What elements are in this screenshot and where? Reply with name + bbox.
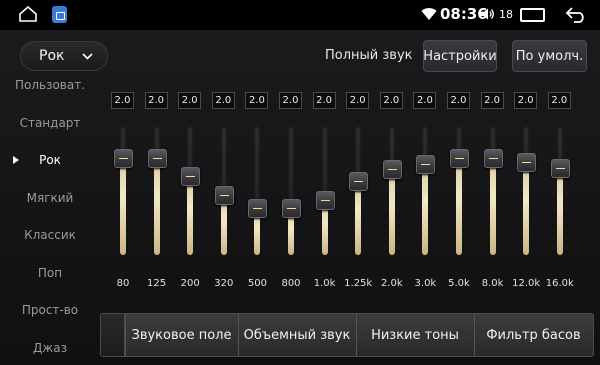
volume-level: 18: [499, 8, 513, 21]
tabs-grip: [101, 314, 125, 356]
band-value: 2.0: [480, 92, 504, 109]
slider-knob[interactable]: [214, 186, 234, 206]
preset-item[interactable]: Поп: [0, 262, 100, 284]
preset-item-label: Классик: [24, 228, 76, 242]
preset-item-label: Пользоват.: [14, 78, 86, 92]
sound-tab[interactable]: Низкие тоны: [356, 314, 473, 356]
preset-item-label: Прост-во: [21, 303, 79, 317]
eq-band: 2.0 5.0k: [444, 92, 474, 322]
band-value: 2.0: [547, 92, 571, 109]
slider-fill: [556, 168, 563, 255]
eq-band: 2.0 320: [209, 92, 239, 322]
eq-band: 2.0 3.0k: [410, 92, 440, 322]
slider-fill: [388, 169, 395, 255]
preset-item[interactable]: Прост-во: [0, 299, 100, 321]
chevron-down-icon: [82, 53, 93, 60]
preset-item-label: Мягкий: [26, 190, 74, 205]
speaker-icon: [481, 8, 494, 20]
preset-item[interactable]: Рок: [0, 149, 100, 171]
slider-knob[interactable]: [483, 148, 503, 168]
eq-band: 2.0 1.25k: [343, 92, 373, 322]
band-value: 2.0: [379, 92, 403, 109]
band-value: 2.0: [279, 92, 302, 109]
app-notification-icon[interactable]: [52, 6, 67, 23]
sound-tab[interactable]: Объемный звук: [238, 314, 355, 356]
band-value: 2.0: [413, 92, 437, 109]
slider-knob[interactable]: [517, 152, 537, 172]
slider-knob[interactable]: [349, 171, 369, 191]
eq-band: 2.0 80: [108, 92, 138, 322]
full-sound-label: Полный звук: [325, 48, 413, 63]
slider-knob[interactable]: [114, 148, 133, 168]
slider-knob[interactable]: [147, 148, 167, 168]
slider-fill: [523, 162, 530, 255]
band-value: 2.0: [514, 92, 538, 109]
slider-fill: [120, 158, 126, 255]
band-frequency-label: 16.0k: [545, 278, 574, 289]
sound-tab[interactable]: Фильтр басов: [474, 314, 592, 356]
preset-item[interactable]: Джаз: [0, 337, 100, 359]
slider-knob[interactable]: [450, 148, 469, 168]
band-value: 2.0: [211, 92, 235, 109]
preset-item[interactable]: Классик: [0, 224, 100, 246]
eq-band: 2.0 125: [142, 92, 172, 322]
equalizer-bands: 2.0 80 2.0 125 2.0 200 2.0 320 2.0 500 2.0 800 2.0 1.…: [108, 92, 594, 322]
band-value: 2.0: [312, 92, 336, 109]
preset-item-label: Джаз: [33, 340, 67, 355]
sound-tabs-bar: Звуковое поле Объемный звук Низкие тоны Фил…: [100, 313, 594, 357]
eq-band: 2.0 2.0k: [377, 92, 407, 322]
preset-item-label: Стандарт: [19, 115, 81, 130]
band-value: 2.0: [144, 92, 168, 109]
slider-knob[interactable]: [181, 166, 201, 186]
eq-band: 2.0 16.0k: [545, 92, 575, 322]
band-value: 2.0: [178, 92, 202, 109]
slider-fill: [456, 158, 462, 255]
slider-knob[interactable]: [550, 159, 570, 179]
selected-marker-icon: [13, 156, 19, 164]
band-value: 2.0: [245, 92, 269, 109]
slider-knob[interactable]: [416, 155, 436, 175]
back-arrow-icon[interactable]: [565, 6, 587, 23]
wifi-icon: [421, 8, 437, 20]
eq-band: 2.0 800: [276, 92, 306, 322]
preset-dropdown-value: Рок: [39, 48, 65, 64]
default-button[interactable]: По умолч.: [512, 40, 587, 72]
eq-band: 2.0 200: [175, 92, 205, 322]
eq-band: 2.0 12.0k: [511, 92, 541, 322]
settings-button[interactable]: Настройки: [423, 40, 497, 72]
slider-knob[interactable]: [282, 199, 301, 219]
preset-item[interactable]: Стандарт: [0, 112, 100, 134]
equalizer-screen: Рок Полный звук Настройки По умолч. Поль…: [0, 30, 600, 365]
sound-tab[interactable]: Звуковое поле: [125, 314, 237, 356]
eq-band: 2.0 500: [242, 92, 272, 322]
preset-dropdown[interactable]: Рок: [20, 41, 108, 71]
slider-knob[interactable]: [382, 160, 402, 180]
band-value: 2.0: [447, 92, 470, 109]
band-value: 2.0: [111, 92, 134, 109]
recent-apps-icon[interactable]: [520, 8, 545, 22]
band-value: 2.0: [346, 92, 370, 109]
preset-item-label: Поп: [37, 265, 63, 280]
preset-item[interactable]: Мягкий: [0, 187, 100, 209]
eq-band: 2.0 8.0k: [478, 92, 508, 322]
slider-fill: [422, 164, 429, 255]
slider-fill: [489, 158, 496, 255]
status-bar: 08:36 18: [0, 0, 600, 30]
slider-fill: [153, 158, 160, 255]
slider-knob[interactable]: [248, 199, 268, 219]
slider-knob[interactable]: [315, 191, 335, 211]
home-icon[interactable]: [18, 6, 38, 22]
slider-fill: [187, 176, 194, 255]
slider-fill: [355, 181, 362, 255]
preset-item[interactable]: Пользоват.: [0, 74, 100, 96]
eq-band: 2.0 1.0k: [310, 92, 340, 322]
preset-item-label: Рок: [39, 153, 61, 167]
